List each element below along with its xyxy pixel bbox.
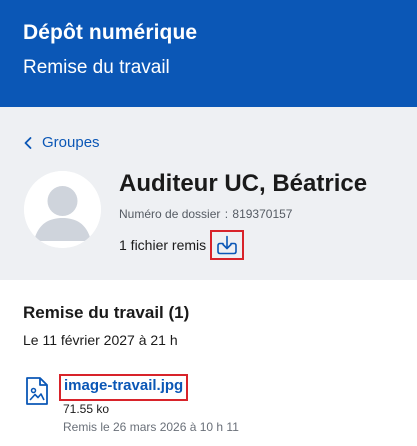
image-file-icon — [25, 376, 49, 411]
app-title: Dépôt numérique — [23, 21, 198, 44]
profile-panel: Groupes Auditeur UC, Béatrice Numéro de … — [0, 107, 417, 280]
app-header: Dépôt numérique Remise du travail — [0, 0, 417, 107]
file-number-label: Numéro de dossier — [119, 207, 221, 221]
file-number-value: 819370157 — [232, 207, 293, 221]
file-size: 71.55 ko — [63, 402, 110, 416]
page-subtitle: Remise du travail — [23, 57, 170, 78]
download-all-button[interactable] — [210, 230, 245, 260]
due-date: Le 11 février 2027 à 21 h — [23, 332, 178, 348]
download-icon — [217, 235, 237, 255]
back-to-groups-link[interactable]: Groupes — [24, 134, 100, 151]
file-submitted-date: Remis le 26 mars 2026 à 10 h 11 — [63, 420, 239, 434]
file-download-link[interactable]: image-travail.jpg — [59, 374, 189, 401]
user-silhouette-icon — [24, 171, 101, 248]
submission-title: Remise du travail (1) — [23, 303, 190, 322]
back-link-label: Groupes — [42, 134, 100, 151]
submission-section: Remise du travail (1) Le 11 février 2027… — [0, 280, 417, 446]
chevron-left-icon — [24, 136, 32, 149]
student-name: Auditeur UC, Béatrice — [119, 170, 368, 197]
submitted-count-text: 1 fichier remis — [119, 237, 207, 253]
file-number: Numéro de dossier : 819370157 — [119, 207, 293, 221]
avatar — [24, 171, 101, 248]
submitted-count-row: 1 fichier remis — [119, 230, 245, 260]
